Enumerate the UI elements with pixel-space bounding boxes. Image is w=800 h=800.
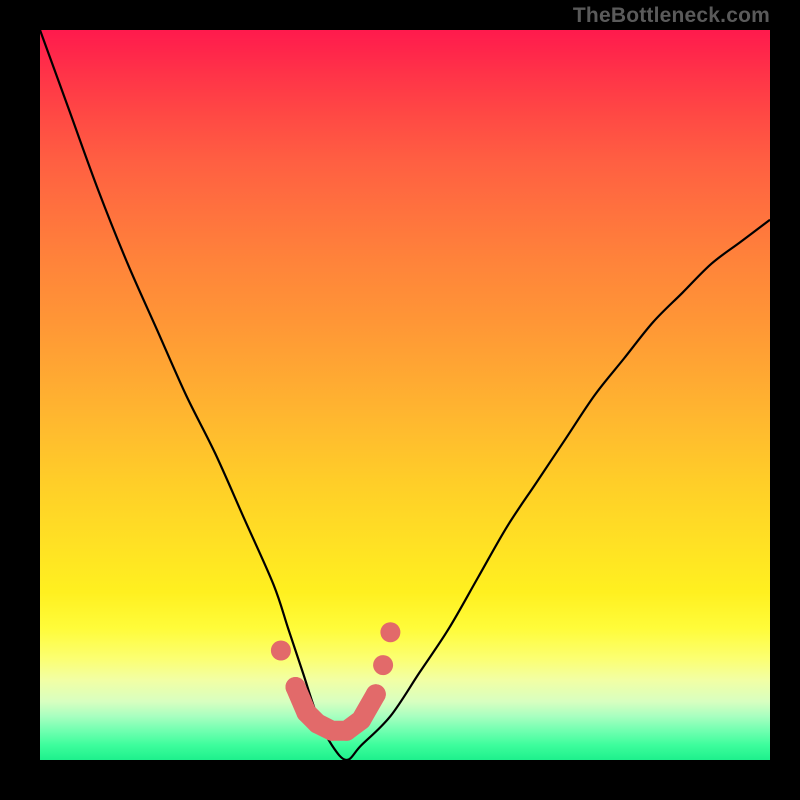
marker-dot [286,677,306,697]
watermark-text: TheBottleneck.com [573,4,770,28]
marker-dot [271,641,291,661]
marker-dot [380,622,400,642]
bottleneck-curve [40,30,770,760]
curve-svg [40,30,770,760]
chart-container: TheBottleneck.com [0,0,800,800]
marker-dot [351,710,371,730]
marker-dot [366,684,386,704]
marker-dot [373,655,393,675]
plot-area [40,30,770,760]
optimal-range-markers [271,622,401,741]
